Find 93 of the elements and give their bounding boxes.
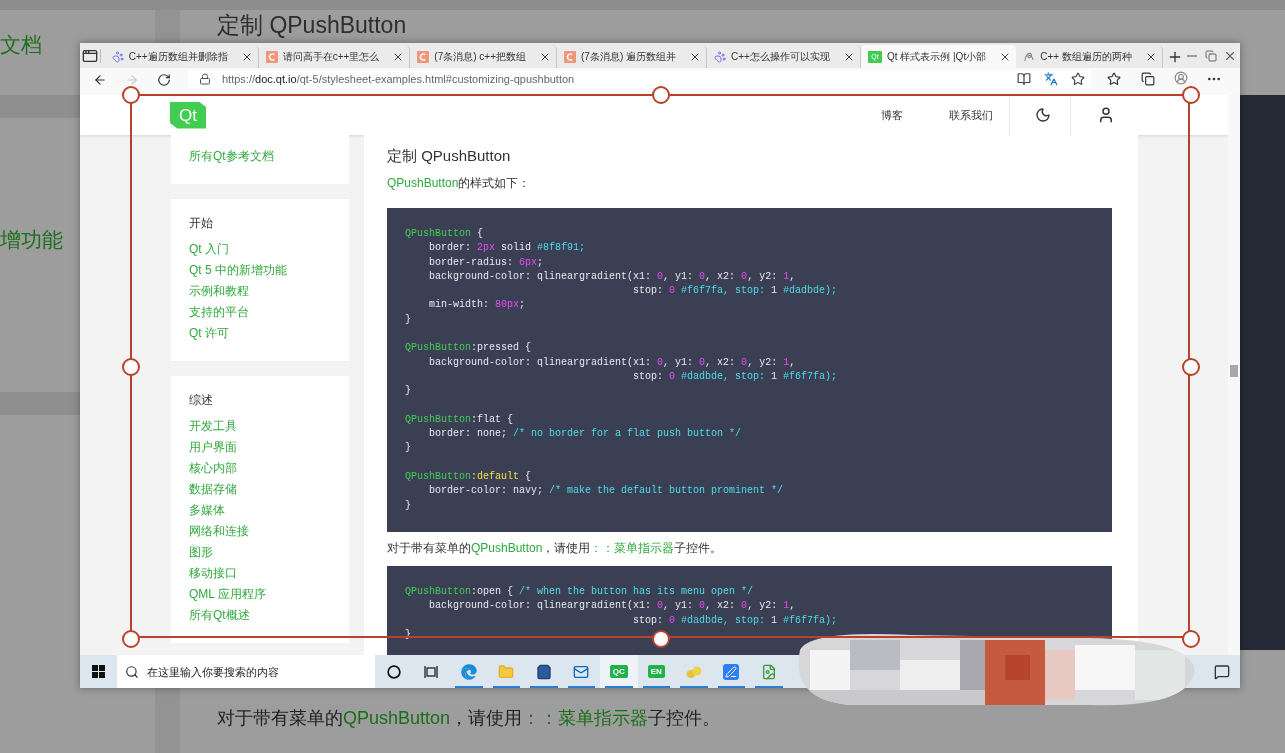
code-line: border: 2px solid #8f8f91; xyxy=(428,241,586,256)
mail-icon xyxy=(573,663,590,680)
url-text: https://doc.qt.io/qt-5/stylesheet-examples.html#customizing-qpushbutton xyxy=(222,71,575,87)
pen-icon xyxy=(723,663,740,680)
favorites-icon[interactable] xyxy=(1107,72,1121,86)
code-line: background-color: qlineargradient(x1: 0, y1: 0, x2: 0, y2: 1, xyxy=(428,355,796,370)
link[interactable]: ：：菜单指示器 xyxy=(590,540,675,555)
code-line: stop: 0 #f6f7fa, stop: 1 #dadbde); xyxy=(632,284,838,299)
sidebar-link[interactable]: 用户界面 xyxy=(189,437,331,458)
sidebar-link[interactable]: QML 应用程序 xyxy=(189,584,331,605)
blob-icon xyxy=(685,664,702,679)
code-line: } xyxy=(405,498,411,513)
code-line: QPushButton:pressed { xyxy=(405,341,532,356)
article-title: 定制 QPushButton xyxy=(387,147,512,165)
code-line: QPushButton { xyxy=(405,227,484,241)
taskbar-search-field[interactable]: 在这里输入你要搜索的内容 xyxy=(117,655,375,688)
code-line: background-color: qlineargradient(x1: 0, y1: 0, x2: 0, y2: 1, xyxy=(428,599,796,614)
paw-icon xyxy=(714,50,726,63)
c-logo-icon xyxy=(417,50,430,63)
sidebar-link[interactable]: 所有Qt参考文档 xyxy=(189,146,331,167)
image-file-icon xyxy=(760,663,777,680)
code-line: stop: 0 #dadbde, stop: 1 #f6f7fa); xyxy=(632,369,838,384)
swirl-icon xyxy=(1023,50,1036,63)
restore-icon xyxy=(1205,49,1218,62)
task-view-icon xyxy=(424,665,439,678)
back-button[interactable] xyxy=(93,73,107,86)
code-line: border-color: navy; /* make the default button prominent */ xyxy=(428,484,784,499)
background-heading: 定制 QPushButton xyxy=(217,11,407,39)
sidebar-link[interactable]: 支持的平台 xyxy=(189,302,331,323)
search-icon xyxy=(125,665,139,679)
reader-icon[interactable] xyxy=(1017,72,1031,86)
windows-logo-icon xyxy=(92,665,105,678)
lock-icon xyxy=(199,73,211,85)
code-line: QPushButton:default { xyxy=(405,470,532,485)
code-line: } xyxy=(405,441,411,456)
link[interactable]: QPushButton xyxy=(387,176,459,190)
taskbar-app[interactable]: QC xyxy=(600,655,638,688)
reload-button[interactable] xyxy=(157,73,171,86)
paragraph: 对于带有菜单的QPushButton，请使用：：菜单指示器子控件。 xyxy=(217,707,721,730)
code-line: QPushButton:flat { xyxy=(405,412,514,427)
sidebar-heading: 综述 xyxy=(189,392,214,409)
browser-icon xyxy=(460,663,477,680)
avatar-icon[interactable] xyxy=(1174,71,1188,85)
collections-icon[interactable] xyxy=(1141,72,1155,86)
sidebar-link[interactable]: Qt 入门 xyxy=(189,239,331,260)
c-logo-icon xyxy=(265,50,278,63)
address-bar[interactable]: https://doc.qt.io/qt-5/stylesheet-examples.html#customizing-qpushbutton xyxy=(188,70,1091,88)
nav-link[interactable]: 博客 xyxy=(881,106,903,124)
code-line: QPushButton:open { /* when the button has its menu open */ xyxy=(405,584,754,599)
sidebar-heading: 开始 xyxy=(189,215,214,232)
code-line: stop: 0 #dadbde, stop: 1 #f6f7fa); xyxy=(632,613,838,628)
code-line: } xyxy=(405,312,411,327)
paragraph: QPushButton的样式如下： xyxy=(387,175,532,191)
dark-mode-icon[interactable] xyxy=(1035,107,1051,123)
background-text: 文档 xyxy=(0,32,42,58)
add-favorite-icon[interactable] xyxy=(1071,72,1085,86)
code-line: border: none; /* no border for a flat push button */ xyxy=(428,427,742,442)
sidebar-link[interactable]: 图形 xyxy=(189,542,331,563)
sidebar-link[interactable]: 数据存储 xyxy=(189,479,331,500)
qt-logo[interactable]: Qt xyxy=(170,101,206,129)
sidebar-link[interactable]: 开发工具 xyxy=(189,416,331,437)
notification-icon[interactable] xyxy=(1214,663,1230,680)
app-badge-icon: QC xyxy=(609,665,628,678)
sidebar-link[interactable]: 网络和连接 xyxy=(189,521,331,542)
sidebar-link[interactable]: Qt 许可 xyxy=(189,323,331,344)
store-icon xyxy=(535,663,552,680)
sidebar-link[interactable]: 多媒体 xyxy=(189,500,331,521)
link[interactable]: ：：菜单指示器 xyxy=(522,708,649,728)
scrollbar[interactable] xyxy=(1228,95,1240,655)
code-line: border-radius: 6px; xyxy=(428,255,544,270)
selection-frame[interactable] xyxy=(130,94,1190,638)
paragraph: 对于带有菜单的QPushButton，请使用：：菜单指示器子控件。 xyxy=(387,539,724,556)
sidebar-link[interactable]: 移动接口 xyxy=(189,563,331,584)
c-logo-icon xyxy=(564,50,576,63)
code-line: background-color: qlineargradient(x1: 0, y1: 0, x2: 0, y2: 1, xyxy=(428,269,796,284)
link[interactable]: QPushButton xyxy=(471,540,543,555)
folder-icon xyxy=(498,663,515,680)
sidebar-link[interactable]: Qt 5 中的新增功能 xyxy=(189,260,331,281)
cortana-icon xyxy=(386,664,401,679)
nav-link[interactable]: 联系我们 xyxy=(949,106,993,124)
translate-icon[interactable] xyxy=(1044,72,1058,86)
code-line: } xyxy=(405,384,411,399)
app-badge-icon: EN xyxy=(647,665,665,678)
sidebar-link[interactable]: 所有Qt概述 xyxy=(189,605,331,626)
minimize-icon xyxy=(1187,54,1198,57)
link[interactable]: QPushButton xyxy=(343,708,451,728)
sidebar-link[interactable]: 示例和教程 xyxy=(189,281,331,302)
paw-icon xyxy=(111,50,124,63)
taskbar-app[interactable]: EN xyxy=(637,655,675,688)
user-icon[interactable] xyxy=(1097,106,1115,124)
background-text: 增功能 xyxy=(0,227,63,253)
code-line: min-width: 80px; xyxy=(428,298,526,313)
sidebar-link[interactable]: 核心内部 xyxy=(189,458,331,479)
